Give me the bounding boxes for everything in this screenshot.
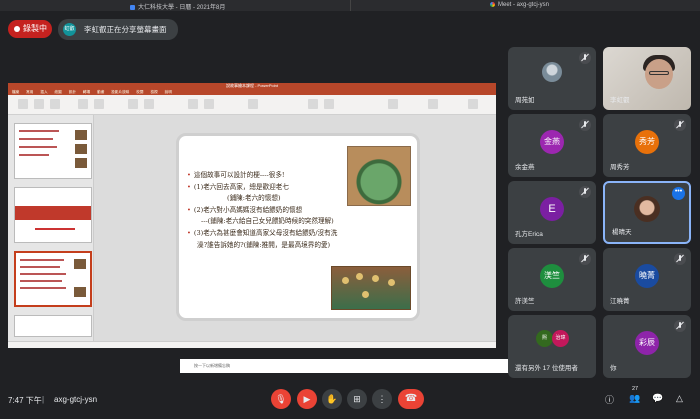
slide-thumbnail[interactable]	[14, 315, 92, 337]
presenter-avatar: 虹叡	[63, 23, 76, 36]
hangup-icon: ☎	[404, 393, 418, 404]
participant-avatar: 渼竺	[540, 263, 564, 288]
mic-off-icon	[579, 119, 591, 131]
bottom-control-bar: 7:47 下午 | axg-gtcj-ysn 🎙 ▶ ✋ ⊞ ⋮ ☎ ⓘ 27 …	[0, 384, 700, 419]
slide-line: 這個故事可以設計的梗----很多!	[193, 171, 285, 179]
participant-tile[interactable]: 金燕 余金燕	[508, 114, 596, 177]
participant-tile[interactable]: 曉菁 江曉菁	[603, 248, 691, 311]
mic-off-icon	[674, 119, 686, 131]
slide-line: (1)老六回去高家，總是歡迎老七	[193, 182, 289, 191]
mic-toggle-button[interactable]: 🎙	[271, 389, 291, 409]
participant-name: 周秀芳	[610, 164, 630, 171]
slide-thumbnail[interactable]	[14, 123, 92, 179]
recording-label: 錄製中	[23, 24, 47, 33]
hand-icon: ✋	[326, 394, 338, 404]
people-button[interactable]: 👥	[629, 393, 640, 404]
participant-count-badge: 27	[632, 386, 639, 392]
slide-line: (鋪陳:老六的懷想)	[227, 194, 281, 203]
meet-tab[interactable]: Meet - axg-gtcj-ysn	[490, 2, 549, 8]
ppt-thumbnail-pane	[8, 115, 94, 341]
tab-divider	[350, 0, 351, 11]
calendar-tab-title: 大仁科技大學 - 日曆 - 2021年8月	[138, 5, 226, 11]
people-icon: 👥	[629, 393, 641, 403]
mic-off-icon	[579, 52, 591, 64]
info-icon: ⓘ	[605, 395, 615, 405]
chrome-icon	[490, 2, 495, 7]
mic-off-icon	[579, 186, 591, 198]
more-vert-icon: ⋮	[377, 394, 387, 404]
mic-off-icon	[674, 253, 686, 265]
participant-name: 孔方Erica	[515, 231, 543, 238]
presenting-banner[interactable]: 虹叡 李虹叡正在分享螢幕畫面	[58, 19, 178, 40]
browser-tab-bar: 大仁科技大學 - 日曆 - 2021年8月 Meet - axg-gtcj-ys…	[0, 0, 700, 11]
activities-icon: △	[676, 393, 683, 403]
slide-line: (2)老六對小高媽媽沒有給餵奶的懷想	[193, 205, 303, 214]
camera-toggle-button[interactable]: ▶	[297, 389, 317, 409]
participant-name: 李虹叡	[610, 97, 630, 104]
participant-avatar: 曉菁	[635, 263, 659, 288]
calendar-icon	[130, 5, 135, 10]
participant-tile[interactable]: 周苑如	[508, 47, 596, 110]
slide-line: (3)老六為甚麼會知道高家父母沒有給餵奶/沒有洗	[193, 228, 338, 237]
slide-thumbnail[interactable]	[14, 187, 92, 243]
clock: 7:47 下午	[8, 396, 42, 405]
meeting-code: axg-gtcj-ysn	[54, 395, 98, 404]
participant-name: 余金燕	[515, 164, 535, 171]
participant-avatar: 熙	[536, 330, 553, 347]
participant-name: 許渼竺	[515, 298, 535, 305]
raise-hand-button[interactable]: ✋	[322, 389, 342, 409]
more-options-button[interactable]: ⋮	[372, 389, 392, 409]
participant-name: 江曉菁	[610, 298, 630, 305]
leave-call-button[interactable]: ☎	[398, 389, 424, 409]
shared-screen[interactable]: 說故事繪本課程 - PowerPoint 檔案 常用 插入 繪圖 設計 轉場 動…	[8, 83, 582, 373]
separator: |	[42, 395, 45, 404]
slide-thumbnail-selected[interactable]	[14, 251, 92, 307]
chat-button[interactable]: 💬	[652, 393, 663, 404]
profile-photo	[542, 61, 562, 82]
mic-off-icon	[579, 253, 591, 265]
mic-off-icon: 🎙	[275, 394, 287, 404]
recording-badge: 錄製中	[8, 20, 52, 38]
present-icon: ⊞	[353, 394, 361, 404]
participant-avatar: 金燕	[540, 129, 564, 154]
ppt-status-bar	[8, 341, 496, 348]
camera-off-icon: ▶	[303, 394, 311, 404]
participant-tile[interactable]: 渼竺 許渼竺	[508, 248, 596, 311]
participant-tile-active[interactable]: ••• 楊晴天	[603, 181, 691, 244]
profile-photo	[634, 195, 660, 222]
slide-line: 澡?誰告訴她的?(鋪陳:推開，是最高境界的愛)	[197, 240, 331, 249]
others-tile[interactable]: 熙 治瑋 還有另外 17 位使用者	[508, 315, 596, 378]
participant-name: 你	[610, 365, 617, 372]
record-dot-icon	[14, 26, 20, 32]
participant-avatar: E	[540, 196, 564, 221]
chat-icon: 💬	[652, 393, 664, 403]
self-tile[interactable]: 彩辰 你	[603, 315, 691, 378]
slide-text: • 這個故事可以設計的梗----很多! • (1)老六回去高家，總是歡迎老七 (鋪陳…	[187, 171, 338, 249]
mic-off-icon	[674, 320, 686, 332]
participant-name: 楊晴天	[612, 229, 632, 236]
participant-tile[interactable]: E 孔方Erica	[508, 181, 596, 244]
participant-tile[interactable]: 李虹叡	[603, 47, 691, 110]
participant-avatar: 秀芳	[635, 129, 659, 154]
participant-tile[interactable]: 秀芳 周秀芳	[603, 114, 691, 177]
calendar-tab[interactable]: 大仁科技大學 - 日曆 - 2021年8月	[130, 2, 225, 11]
presenting-label: 李虹叡正在分享螢幕畫面	[84, 25, 167, 34]
meeting-details-button[interactable]: ⓘ	[605, 393, 614, 406]
participant-avatar: 治瑋	[552, 330, 569, 347]
participant-name: 周苑如	[515, 97, 535, 104]
current-slide: • 這個故事可以設計的梗----很多! • (1)老六回去高家，總是歡迎老七 (鋪陳…	[176, 133, 420, 321]
slide-line: ---(鋪陳:老六給自己女兒餵奶時候的突然理解)	[201, 217, 334, 226]
ppt-editor: • 這個故事可以設計的梗----很多! • (1)老六回去高家，總是歡迎老七 (鋪陳…	[94, 115, 582, 373]
slide-picture	[331, 266, 411, 310]
more-options-icon[interactable]: •••	[672, 187, 685, 200]
participant-avatar: 彩辰	[635, 330, 659, 355]
present-button[interactable]: ⊞	[347, 389, 367, 409]
ppt-ribbon	[8, 95, 496, 115]
meet-tab-title: Meet - axg-gtcj-ysn	[498, 2, 550, 8]
activities-button[interactable]: △	[676, 393, 683, 404]
others-count-label: 還有另外 17 位使用者	[515, 365, 578, 372]
